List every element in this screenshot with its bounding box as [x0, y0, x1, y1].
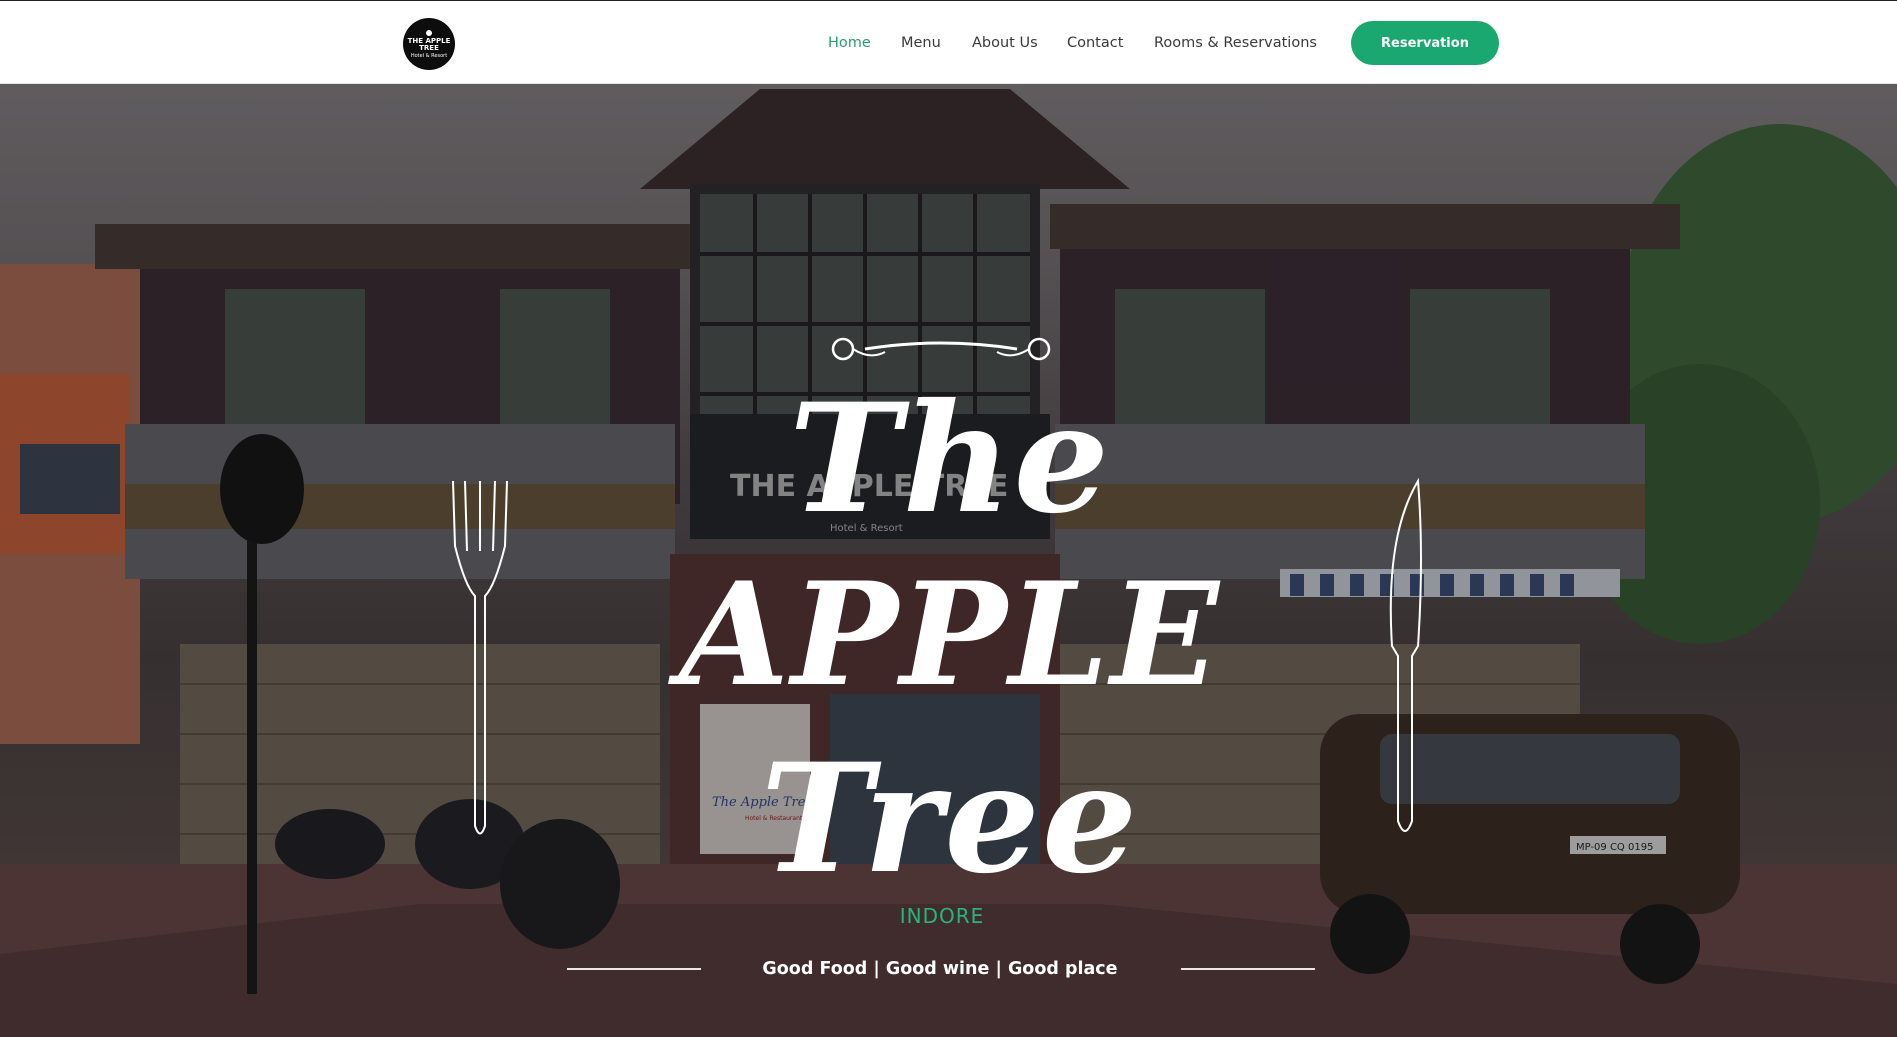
divider-left — [567, 968, 701, 970]
nav-home[interactable]: Home — [828, 35, 871, 51]
divider-right — [1181, 968, 1315, 970]
hero-city: INDORE — [899, 904, 985, 928]
logo-subtitle: Hotel & Resort — [410, 52, 448, 59]
hero-title-line-1: The — [788, 371, 1112, 547]
logo-title: THE APPLE TREE — [407, 36, 451, 52]
nav-about-us[interactable]: About Us — [972, 35, 1038, 51]
flourish-ornament-icon — [831, 337, 1051, 361]
nav-contact[interactable]: Contact — [1067, 35, 1123, 51]
reservation-button[interactable]: Reservation — [1351, 21, 1499, 65]
hero-title-line-3: Tree — [760, 731, 1140, 907]
hero-section: THE APPLE TREE Hotel & Resort The Apple … — [0, 84, 1897, 1037]
fork-icon — [452, 480, 508, 835]
apple-icon — [426, 29, 432, 36]
nav-rooms-reservations[interactable]: Rooms & Reservations — [1154, 35, 1317, 51]
hero-tagline: Good Food | Good wine | Good place — [762, 959, 1118, 979]
knife-icon — [1389, 477, 1422, 832]
nav-menu[interactable]: Menu — [901, 35, 941, 51]
site-header: THE APPLE TREE Hotel & Resort Home Menu … — [0, 0, 1897, 84]
hero-title-line-2: APPLE — [679, 552, 1221, 718]
site-logo[interactable]: THE APPLE TREE Hotel & Resort — [403, 18, 455, 70]
